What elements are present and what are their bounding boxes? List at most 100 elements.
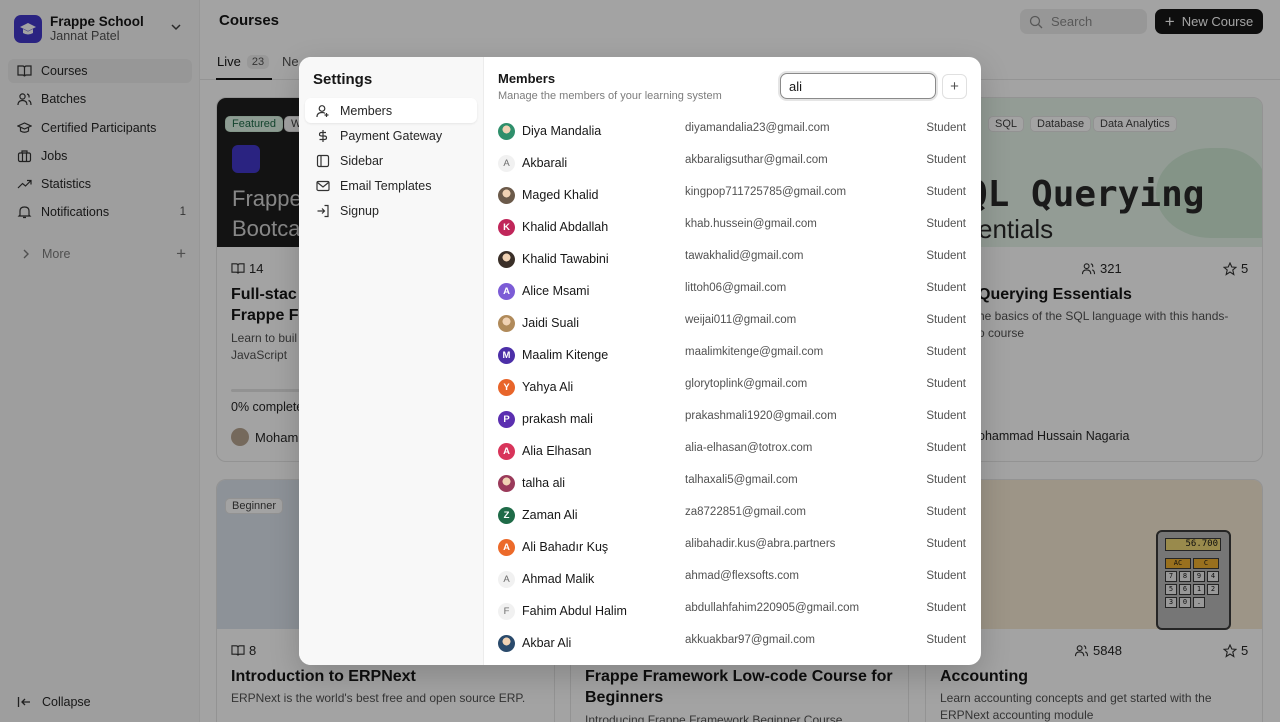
member-name: Zaman Ali	[522, 508, 578, 522]
members-header: Members Manage the members of your learn…	[498, 71, 722, 102]
sidebar-icon	[316, 154, 330, 167]
member-email: abdullahfahim220905@gmail.com	[685, 602, 860, 614]
settings-menu-label: Payment Gateway	[340, 128, 443, 143]
member-email: weijai011@gmail.com	[685, 314, 797, 326]
settings-dialog: Settings Members Payment Gateway Sidebar…	[299, 57, 981, 665]
member-row[interactable]: F Fahim Abdul Halim abdullahfahim220905@gm…	[498, 597, 968, 629]
member-name: Maalim Kitenge	[522, 348, 609, 362]
member-name: Diya Mandalia	[522, 124, 602, 138]
avatar: F	[498, 603, 515, 620]
member-role: Student	[926, 538, 966, 550]
member-row[interactable]: talha ali talhaxali5@gmail.com Student	[498, 469, 968, 501]
member-role: Student	[926, 570, 966, 582]
member-email: diyamandalia23@gmail.com	[685, 122, 830, 134]
member-name: prakash mali	[522, 412, 593, 426]
settings-menu-payment-gateway[interactable]: Payment Gateway	[305, 123, 477, 148]
member-name: Yahya Ali	[522, 380, 574, 394]
settings-sidebar: Settings Members Payment Gateway Sidebar…	[299, 57, 484, 665]
login-icon	[317, 204, 329, 217]
member-role: Student	[926, 346, 966, 358]
member-name: Alia Elhasan	[522, 444, 592, 458]
member-role: Student	[926, 602, 966, 614]
member-row[interactable]: K Khalid Abdallah khab.hussein@gmail.com St…	[498, 213, 968, 245]
member-email: akbaraligsuthar@gmail.com	[685, 154, 828, 166]
member-role: Student	[926, 442, 966, 454]
member-email: littoh06@gmail.com	[685, 282, 787, 294]
member-role: Student	[926, 282, 966, 294]
member-role: Student	[926, 186, 966, 198]
member-email: alibahadir.kus@abra.partners	[685, 538, 836, 550]
member-role: Student	[926, 250, 966, 262]
member-row[interactable]: A Alice Msami littoh06@gmail.com Student	[498, 277, 968, 309]
member-row[interactable]: A Alia Elhasan alia-elhasan@totrox.com Stud…	[498, 437, 968, 469]
avatar: A	[498, 443, 515, 460]
settings-menu-label: Email Templates	[340, 178, 432, 193]
member-name: Khalid Tawabini	[522, 252, 609, 266]
member-email: alia-elhasan@totrox.com	[685, 442, 813, 454]
member-row[interactable]: Jaidi Suali weijai011@gmail.com Student	[498, 309, 968, 341]
avatar: A	[498, 155, 515, 172]
member-row[interactable]: Akbar Ali akkuakbar97@gmail.com Student	[498, 629, 968, 661]
member-row[interactable]: Maged Khalid kingpop711725785@gmail.com St…	[498, 181, 968, 213]
avatar: P	[498, 411, 515, 428]
add-member-button[interactable]: +	[942, 74, 967, 99]
member-email: kingpop711725785@gmail.com	[685, 186, 847, 198]
member-search-input[interactable]	[780, 73, 936, 99]
settings-menu-label: Sidebar	[340, 153, 384, 168]
avatar: M	[498, 347, 515, 364]
settings-menu: Members Payment Gateway Sidebar Email Te…	[305, 98, 477, 223]
settings-menu-label: Members	[340, 103, 393, 118]
avatar: Y	[498, 379, 515, 396]
member-row[interactable]: A Ali Bahadır Kuş alibahadir.kus@abra.part…	[498, 533, 968, 565]
settings-menu-email-templates[interactable]: Email Templates	[305, 173, 477, 198]
member-row[interactable]: Z Zaman Ali za8722851@gmail.com Student	[498, 501, 968, 533]
member-email: akkuakbar97@gmail.com	[685, 634, 815, 646]
avatar	[498, 475, 515, 492]
member-name: Ali Bahadır Kuş	[522, 540, 609, 554]
settings-menu-members[interactable]: Members	[305, 98, 477, 123]
member-row[interactable]: Diya Mandalia diyamandalia23@gmail.com Stu…	[498, 117, 968, 149]
avatar	[498, 315, 515, 332]
member-name: Akbarali	[522, 156, 568, 170]
mail-icon	[316, 180, 330, 191]
member-name: Fahim Abdul Halim	[522, 604, 627, 618]
settings-title: Settings	[313, 71, 373, 88]
avatar: K	[498, 219, 515, 236]
member-row[interactable]: A Ahmad Malik ahmad@flexsofts.com Student	[498, 565, 968, 597]
member-role: Student	[926, 378, 966, 390]
avatar: A	[498, 539, 515, 556]
member-row[interactable]: A Akbarali akbaraligsuthar@gmail.com Studen…	[498, 149, 968, 181]
member-email: za8722851@gmail.com	[685, 506, 806, 518]
settings-menu-signup[interactable]: Signup	[305, 198, 477, 223]
member-row[interactable]: M Maalim Kitenge maalimkitenge@gmail.com St…	[498, 341, 968, 373]
member-name: Ahmad Malik	[522, 572, 595, 586]
member-name: Khalid Abdallah	[522, 220, 609, 234]
member-email: glorytoplink@gmail.com	[685, 378, 808, 390]
member-role: Student	[926, 314, 966, 326]
member-row[interactable]: Khalid Tawabini tawakhalid@gmail.com Stude…	[498, 245, 968, 277]
member-list: Diya Mandalia diyamandalia23@gmail.com Stu…	[498, 117, 968, 661]
member-name: Jaidi Suali	[522, 316, 579, 330]
avatar	[498, 187, 515, 204]
dollar-icon	[318, 129, 328, 142]
avatar	[498, 251, 515, 268]
member-role: Student	[926, 634, 966, 646]
avatar: Z	[498, 507, 515, 524]
avatar: A	[498, 571, 515, 588]
member-email: khab.hussein@gmail.com	[685, 218, 817, 230]
member-role: Student	[926, 410, 966, 422]
member-row[interactable]: Y Yahya Ali glorytoplink@gmail.com Student	[498, 373, 968, 405]
member-email: ahmad@flexsofts.com	[685, 570, 799, 582]
member-role: Student	[926, 154, 966, 166]
members-subtitle: Manage the members of your learning syst…	[498, 90, 722, 102]
settings-menu-sidebar[interactable]: Sidebar	[305, 148, 477, 173]
member-name: talha ali	[522, 476, 566, 490]
member-role: Student	[926, 218, 966, 230]
settings-menu-label: Signup	[340, 203, 379, 218]
member-name: Maged Khalid	[522, 188, 599, 202]
member-email: prakashmali1920@gmail.com	[685, 410, 837, 422]
member-email: tawakhalid@gmail.com	[685, 250, 804, 262]
member-email: talhaxali5@gmail.com	[685, 474, 798, 486]
member-name: Akbar Ali	[522, 636, 572, 650]
member-row[interactable]: Pprakash mali prakashmali1920@gmail.com St…	[498, 405, 968, 437]
